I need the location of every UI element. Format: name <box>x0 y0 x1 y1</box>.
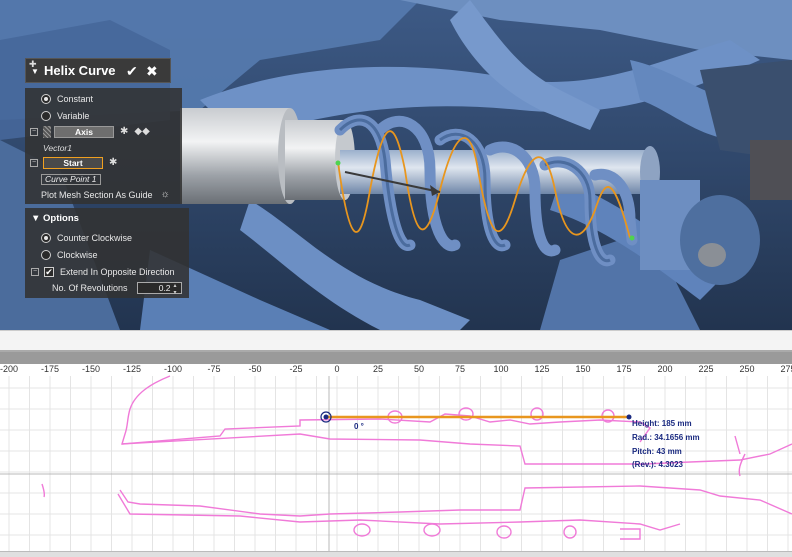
counter-clockwise-option[interactable]: Counter Clockwise <box>41 231 132 244</box>
ruler-tick-label: 150 <box>575 364 591 374</box>
mesh-section-view[interactable]: -200 -175 -150 -125 -100 -75 -50 -25 0 25 50 75 100 1… <box>0 364 792 557</box>
panel-title: Helix Curve <box>44 63 116 78</box>
axis-flip-icon[interactable]: ◆◆ <box>134 126 149 137</box>
angle-label: 0 ° <box>354 422 364 431</box>
extend-row[interactable]: − ✔ Extend In Opposite Direction <box>31 265 175 278</box>
clockwise-option[interactable]: Clockwise <box>41 248 98 261</box>
radio-variable[interactable] <box>41 110 51 121</box>
end-point-marker[interactable] <box>626 414 632 420</box>
height-readout: Height: 185 mm <box>632 419 692 428</box>
view-separator[interactable] <box>0 330 792 352</box>
ruler-tick-label: 125 <box>534 364 550 374</box>
start-value-row: Curve Point 1 <box>41 173 101 186</box>
axis-settings-icon[interactable]: ✱ <box>120 126 128 137</box>
clockwise-label: Clockwise <box>57 249 98 260</box>
start-button[interactable]: Start <box>43 156 103 169</box>
counter-clockwise-label: Counter Clockwise <box>57 232 133 243</box>
start-settings-icon[interactable]: ✱ <box>109 157 117 168</box>
revolutions-row: No. Of Revolutions 0.2 <box>52 281 182 296</box>
start-value[interactable]: Curve Point 1 <box>41 174 101 185</box>
axis-value: Vector1 <box>43 142 72 153</box>
mode-constant-option[interactable]: Constant <box>41 92 93 105</box>
ruler-tick-label: -150 <box>81 364 101 374</box>
axis-button[interactable]: Axis <box>54 125 114 138</box>
ruler-tick-label: -25 <box>289 364 303 374</box>
revolutions-label: No. Of Revolutions <box>52 282 128 293</box>
plot-mesh-label: Plot Mesh Section As Guide <box>41 189 153 200</box>
mode-variable-option[interactable]: Variable <box>41 109 89 122</box>
pitch-readout: Pitch: 43 mm <box>632 447 682 456</box>
options-section: ▼ Options Counter Clockwise Clockwise − … <box>25 208 189 298</box>
ruler-tick-label: 75 <box>454 364 466 374</box>
options-header[interactable]: ▼ Options <box>31 213 79 224</box>
ruler-tick-label: 200 <box>657 364 673 374</box>
ruler-tick-label: 250 <box>739 364 755 374</box>
axis-collapse-icon[interactable]: − <box>30 127 38 136</box>
mode-constant-label: Constant <box>57 93 94 104</box>
collapse-arrow-icon[interactable]: ▼ <box>31 67 39 76</box>
ruler-tick-label: -175 <box>40 364 60 374</box>
axis-value-row: Vector1 <box>43 141 72 154</box>
radius-readout: Rad.: 34.1656 mm <box>632 433 700 442</box>
ruler-tick-label: -100 <box>163 364 183 374</box>
helix-curve-panel: ✚ ▼ Helix Curve ✔ ✖ Constant Variable − … <box>25 58 189 298</box>
mode-variable-label: Variable <box>57 110 90 121</box>
section-curve <box>41 375 792 540</box>
sun-icon[interactable]: ☼ <box>161 189 170 200</box>
bottom-toolbar-strip <box>0 551 792 557</box>
ruler-tick-label: -50 <box>248 364 262 374</box>
extend-collapse-icon[interactable]: − <box>31 267 39 276</box>
close-icon[interactable]: ✖ <box>146 62 158 80</box>
extend-checkbox[interactable]: ✔ <box>44 266 54 277</box>
ruler-tick-label: 175 <box>616 364 632 374</box>
revolutions-readout: (Rev.): 4.3023 <box>632 460 683 469</box>
revolutions-input[interactable]: 0.2 <box>136 281 182 296</box>
ruler-tick-label: 100 <box>493 364 509 374</box>
ruler-tick-label: -75 <box>207 364 221 374</box>
extend-label: Extend In Opposite Direction <box>60 266 175 277</box>
checkmark-icon[interactable]: ✔ <box>126 62 138 80</box>
ruler-tick-label: 50 <box>413 364 425 374</box>
start-collapse-icon[interactable]: − <box>30 158 38 167</box>
start-row: − Start ✱ <box>30 156 117 169</box>
helix-parameters: Constant Variable − Axis ✱ ◆◆ Vector1 − … <box>25 88 182 204</box>
plot-mesh-row: Plot Mesh Section As Guide ☼ <box>41 188 170 201</box>
ruler-tick-label: 225 <box>698 364 714 374</box>
3d-viewport[interactable]: ✚ ▼ Helix Curve ✔ ✖ Constant Variable − … <box>0 0 792 330</box>
ruler-tick-label: -200 <box>0 364 19 374</box>
ruler-tick-label: -125 <box>122 364 142 374</box>
radio-clockwise[interactable] <box>41 249 51 260</box>
ruler-tick-label: 0 <box>334 364 340 374</box>
axis-row: − Axis ✱ ◆◆ <box>30 125 150 138</box>
radio-counter-clockwise[interactable] <box>41 232 51 243</box>
axis-pattern-icon <box>43 125 51 138</box>
radio-constant[interactable] <box>41 93 51 104</box>
ruler-strip <box>0 352 792 364</box>
panel-header[interactable]: ✚ ▼ Helix Curve ✔ ✖ <box>25 58 171 83</box>
options-title: Options <box>43 213 79 224</box>
ruler-tick-label: 25 <box>372 364 384 374</box>
ruler-tick-label: 275 <box>780 364 792 374</box>
